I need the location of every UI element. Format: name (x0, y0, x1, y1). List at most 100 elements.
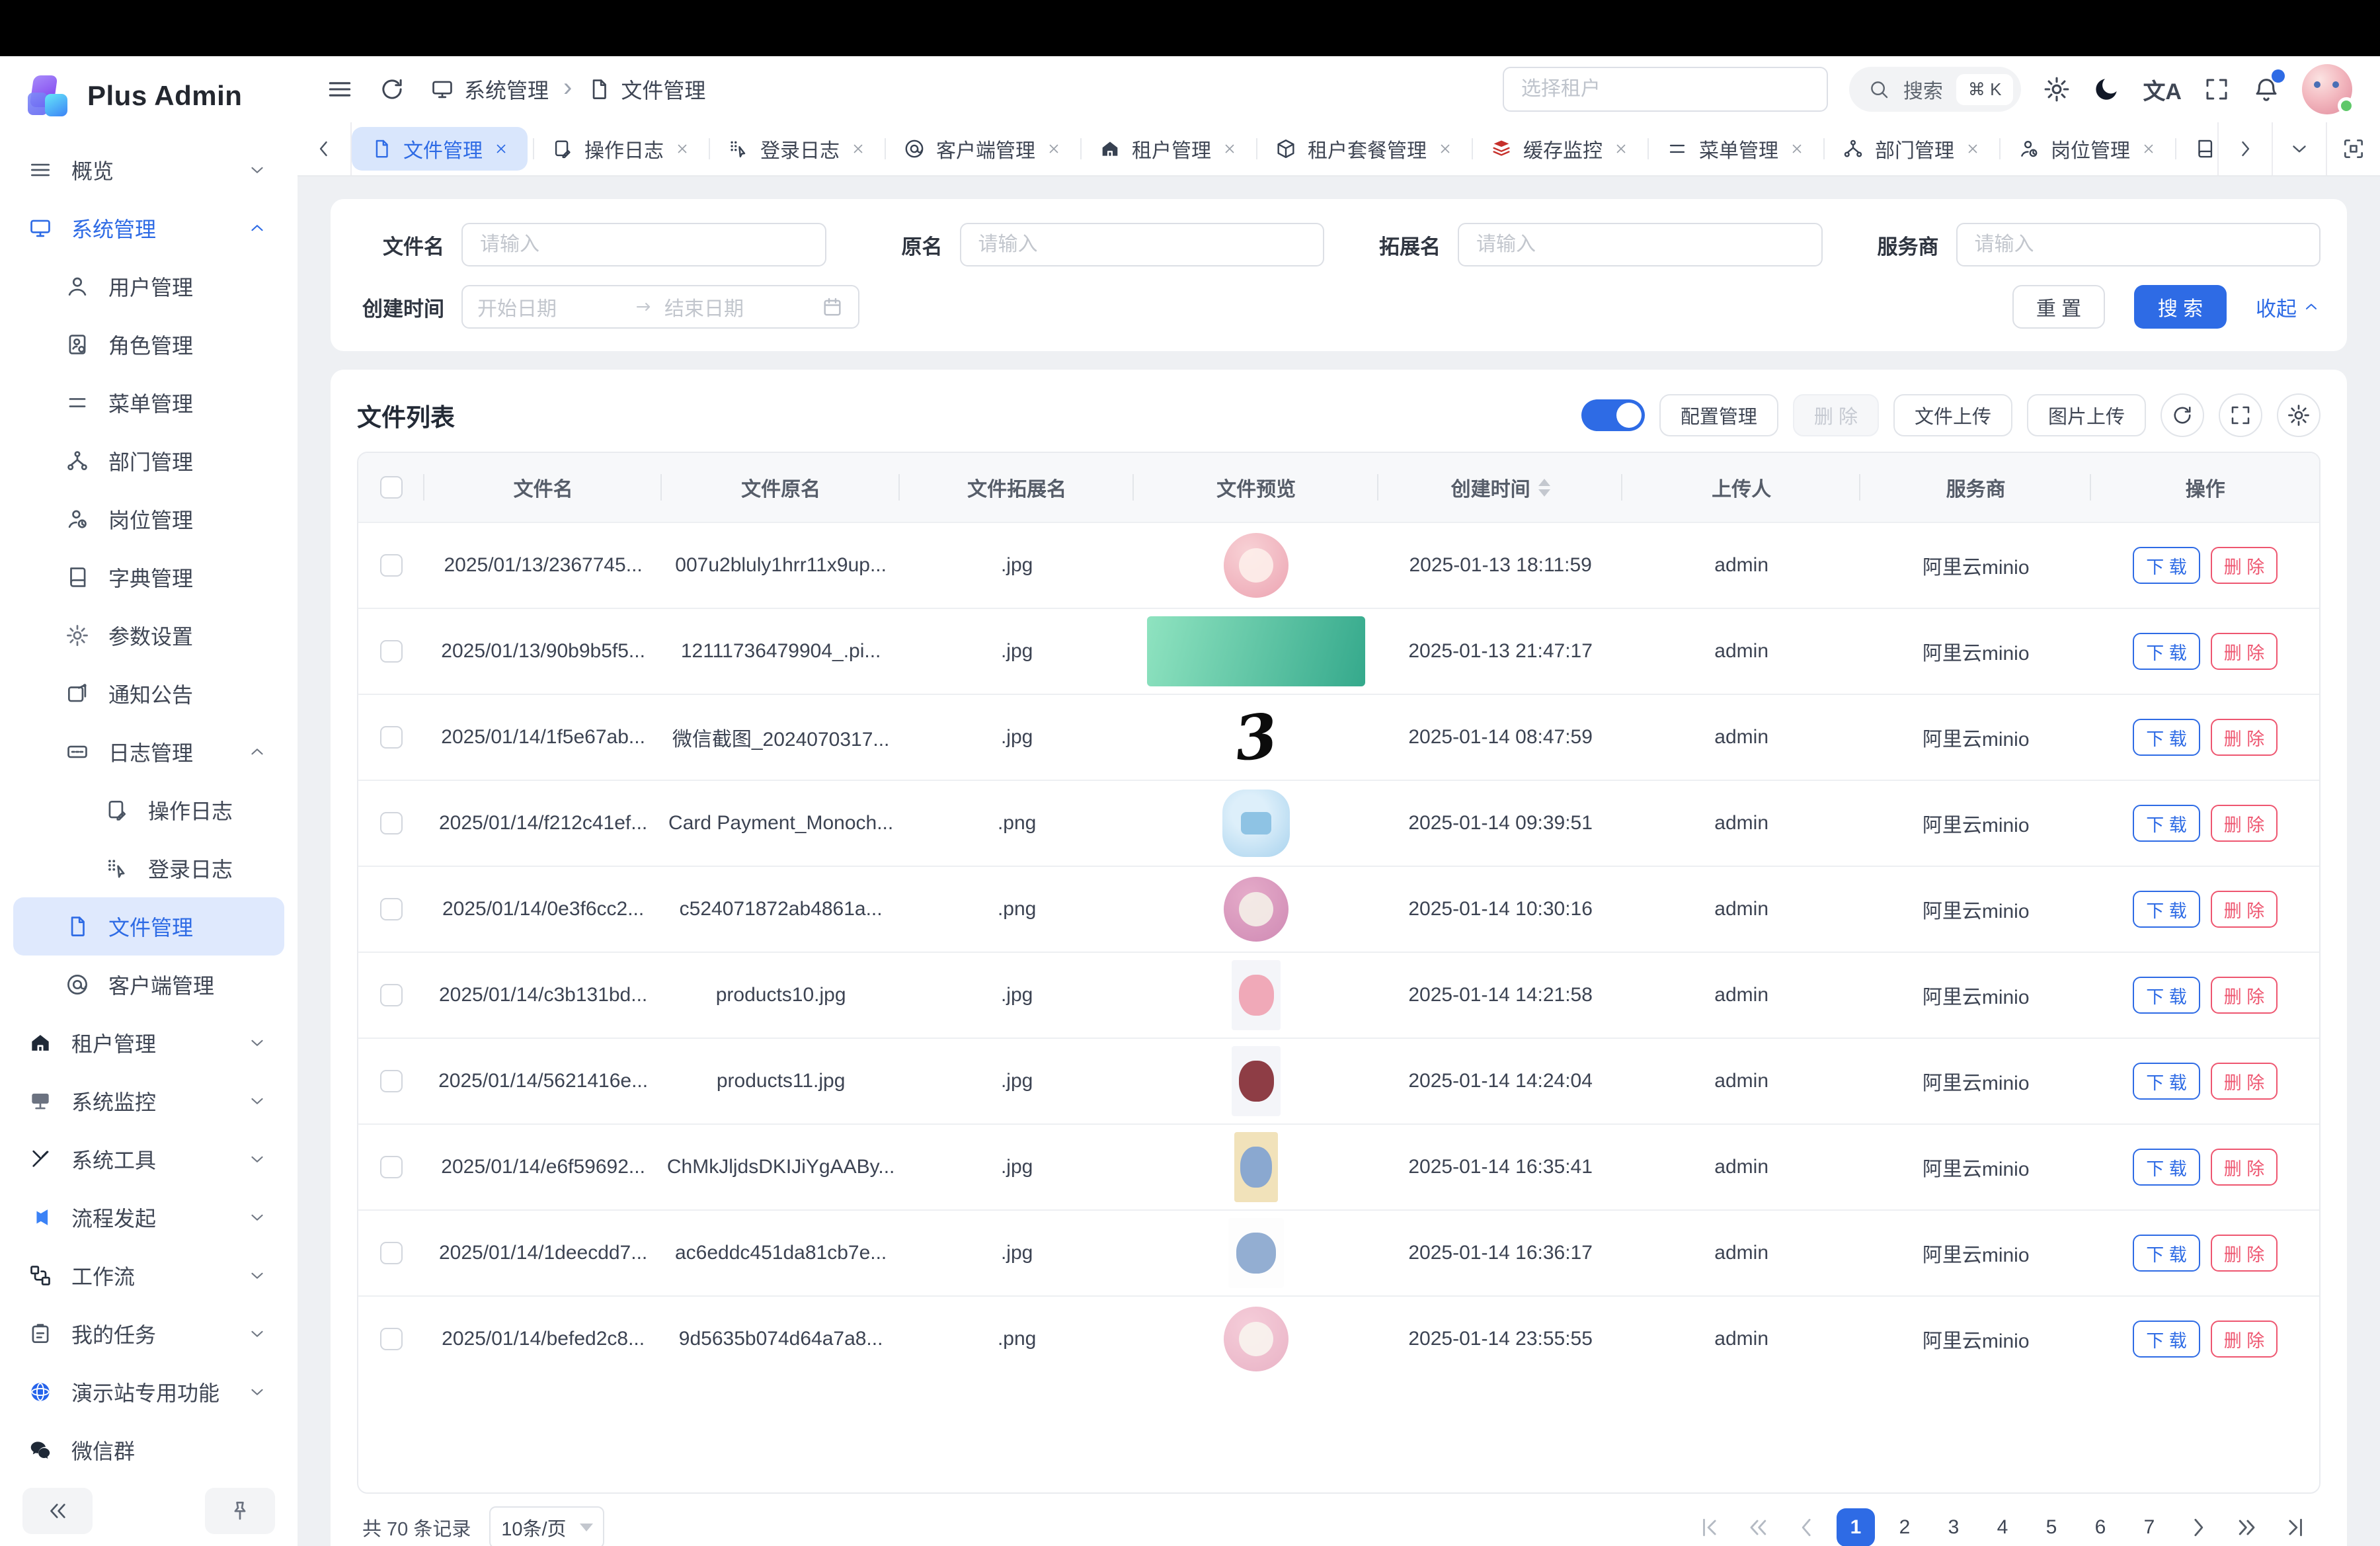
sidebar-item-1[interactable]: 系统管理 (13, 199, 284, 257)
pagination-prev-button[interactable] (1788, 1512, 1826, 1543)
tabs-maximize-button[interactable] (2326, 122, 2380, 175)
tabs-dropdown-button[interactable] (2272, 122, 2326, 175)
row-checkbox[interactable] (380, 726, 403, 749)
row-checkbox[interactable] (380, 898, 403, 920)
sidebar-item-13[interactable]: 文件管理 (13, 897, 284, 956)
table-settings-button[interactable] (2277, 393, 2320, 437)
pagination-page-4[interactable]: 4 (1983, 1508, 2022, 1546)
row-checkbox[interactable] (380, 554, 403, 577)
tab-close-icon[interactable] (1046, 141, 1062, 157)
sidebar-item-8[interactable]: 参数设置 (13, 606, 284, 665)
tab-8[interactable]: 部门管理 (1823, 122, 1999, 175)
file-preview-pink-plush-rabbit[interactable] (1224, 533, 1289, 598)
tab-close-icon[interactable] (2141, 141, 2157, 157)
file-preview-duck-robot-pink-circle[interactable] (1224, 1307, 1289, 1371)
sidebar-item-0[interactable]: 概览 (13, 141, 284, 199)
fullscreen-icon[interactable] (2203, 75, 2231, 103)
download-button[interactable]: 下 载 (2133, 1063, 2200, 1100)
pagination-page-6[interactable]: 6 (2081, 1508, 2120, 1546)
row-checkbox[interactable] (380, 1328, 403, 1350)
delete-button[interactable]: 删 除 (2211, 1321, 2278, 1358)
breadcrumb-item[interactable]: 系统管理 (430, 74, 549, 104)
sidebar-collapse-button[interactable] (22, 1488, 93, 1534)
file-preview-pink-cat-product[interactable] (1232, 960, 1281, 1030)
delete-button[interactable]: 删 除 (2211, 547, 2278, 584)
extension-input[interactable] (1458, 223, 1823, 266)
sidebar-item-18[interactable]: 流程发起 (13, 1188, 284, 1246)
row-checkbox[interactable] (380, 1156, 403, 1178)
refresh-icon[interactable] (378, 75, 406, 103)
sidebar-item-21[interactable]: 演示站专用功能 (13, 1363, 284, 1421)
delete-button[interactable]: 删 除 (2211, 719, 2278, 756)
pagination-prev5-button[interactable] (1739, 1512, 1777, 1543)
column-header-original[interactable]: 文件原名 (662, 453, 900, 522)
delete-button[interactable]: 删 除 (2211, 1235, 2278, 1272)
sidebar-item-14[interactable]: 客户端管理 (13, 956, 284, 1014)
tab-0[interactable]: 文件管理 (352, 127, 528, 171)
provider-input[interactable] (1956, 223, 2321, 266)
page-size-select[interactable]: 10条/页 (489, 1506, 604, 1546)
sidebar-item-9[interactable]: 通知公告 (13, 665, 284, 723)
sidebar-pin-button[interactable] (205, 1488, 275, 1534)
table-refresh-button[interactable] (2161, 393, 2204, 437)
download-button[interactable]: 下 载 (2133, 1149, 2200, 1186)
select-all-checkbox[interactable] (380, 476, 403, 499)
sidebar-item-22[interactable]: 微信群 (13, 1421, 284, 1476)
tab-close-icon[interactable] (493, 141, 509, 157)
pagination-last-button[interactable] (2277, 1512, 2315, 1543)
sidebar-item-17[interactable]: 系统工具 (13, 1130, 284, 1188)
image-upload-button[interactable]: 图片上传 (2027, 394, 2146, 436)
pagination-page-2[interactable]: 2 (1885, 1508, 1924, 1546)
row-checkbox[interactable] (380, 1242, 403, 1264)
global-search-button[interactable]: 搜索 ⌘ K (1849, 67, 2022, 112)
file-preview-green-illustration-banner[interactable] (1147, 616, 1365, 686)
notifications-bell[interactable] (2252, 75, 2281, 104)
column-header-uploader[interactable]: 上传人 (1622, 453, 1860, 522)
pagination-page-7[interactable]: 7 (2130, 1508, 2168, 1546)
file-preview-robot-character-pink-circle[interactable] (1224, 877, 1289, 942)
sidebar-item-2[interactable]: 用户管理 (13, 257, 284, 315)
row-checkbox[interactable] (380, 984, 403, 1006)
tab-1[interactable]: 操作日志 (533, 122, 709, 175)
download-button[interactable]: 下 载 (2133, 805, 2200, 842)
tab-7[interactable]: 菜单管理 (1647, 122, 1823, 175)
pagination-page-3[interactable]: 3 (1934, 1508, 1973, 1546)
sidebar-item-4[interactable]: 菜单管理 (13, 374, 284, 432)
file-preview-stitch-cartoon-white[interactable] (1228, 1218, 1284, 1288)
table-border-toggle[interactable] (1581, 399, 1645, 431)
sidebar-item-20[interactable]: 我的任务 (13, 1305, 284, 1363)
tab-5[interactable]: 租户套餐管理 (1256, 122, 1472, 175)
config-manage-button[interactable]: 配置管理 (1659, 394, 1778, 436)
file-preview-stitch-cartoon-beige[interactable] (1234, 1132, 1278, 1202)
brand-logo-row[interactable]: Plus Admin (0, 56, 298, 136)
tab-6[interactable]: 缓存监控 (1472, 122, 1647, 175)
table-fullscreen-button[interactable] (2219, 393, 2262, 437)
tab-close-icon[interactable] (1613, 141, 1629, 157)
tab-close-icon[interactable] (850, 141, 866, 157)
tab-close-icon[interactable] (1222, 141, 1238, 157)
file-upload-button[interactable]: 文件上传 (1893, 394, 2012, 436)
sidebar-item-7[interactable]: 字典管理 (13, 548, 284, 606)
sort-arrows-icon[interactable] (1538, 479, 1550, 497)
download-button[interactable]: 下 载 (2133, 719, 2200, 756)
sidebar-item-16[interactable]: 系统监控 (13, 1072, 284, 1130)
pagination-page-1[interactable]: 1 (1837, 1508, 1875, 1546)
sidebar-item-11[interactable]: 操作日志 (13, 781, 284, 839)
pagination-page-5[interactable]: 5 (2032, 1508, 2071, 1546)
sidebar-item-10[interactable]: 日志管理 (13, 723, 284, 781)
tenant-select-input[interactable] (1503, 67, 1828, 112)
delete-button[interactable]: 删 除 (2211, 1063, 2278, 1100)
language-translate-icon[interactable]: 文A (2143, 73, 2182, 106)
row-checkbox[interactable] (380, 640, 403, 663)
download-button[interactable]: 下 载 (2133, 1235, 2200, 1272)
sidebar-item-12[interactable]: 登录日志 (13, 839, 284, 897)
search-button[interactable]: 搜 索 (2134, 285, 2227, 329)
sidebar-item-3[interactable]: 角色管理 (13, 315, 284, 374)
sidebar-item-19[interactable]: 工作流 (13, 1246, 284, 1305)
column-header-filename[interactable]: 文件名 (424, 453, 662, 522)
row-checkbox[interactable] (380, 1070, 403, 1092)
tab-close-icon[interactable] (1437, 141, 1453, 157)
tab-close-icon[interactable] (674, 141, 690, 157)
sidebar-item-15[interactable]: 租户管理 (13, 1014, 284, 1072)
reset-button[interactable]: 重 置 (2012, 285, 2105, 329)
